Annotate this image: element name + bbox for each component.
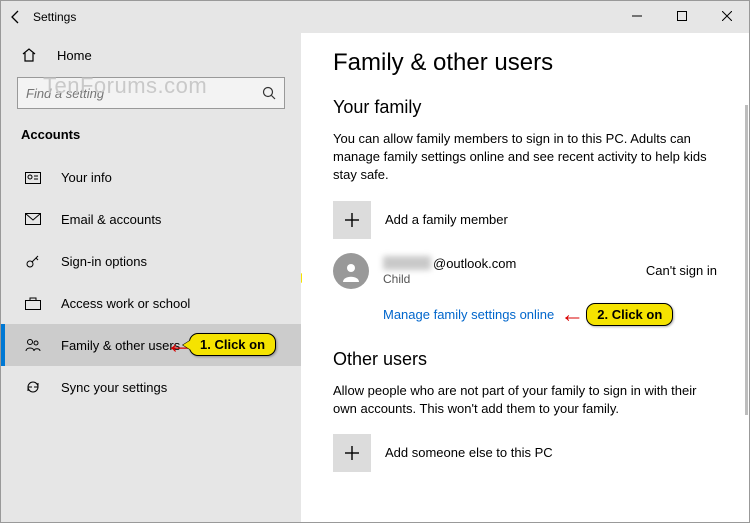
your-family-title: Your family <box>333 97 717 118</box>
nav-your-info[interactable]: Your info <box>1 156 301 198</box>
add-family-label: Add a family member <box>385 212 508 227</box>
home-icon <box>21 47 41 63</box>
close-button[interactable] <box>704 1 749 31</box>
scrollbar[interactable] <box>745 105 748 415</box>
window-controls <box>614 1 749 31</box>
home-nav[interactable]: Home <box>1 37 301 73</box>
sidebar: Home Accounts Your info Email & accou <box>1 33 301 522</box>
nav-access-work-school[interactable]: Access work or school <box>1 282 301 324</box>
minimize-button[interactable] <box>614 1 659 31</box>
nav-label: Your info <box>61 170 112 185</box>
key-icon <box>25 253 45 269</box>
annotation-step2: 2. Click on <box>586 303 673 326</box>
annotation-step1: 1. Click on <box>189 333 276 356</box>
nav-label: Sign-in options <box>61 254 147 269</box>
nav-label: Email & accounts <box>61 212 161 227</box>
page-heading: Family & other users <box>333 49 717 77</box>
nav-email-accounts[interactable]: Email & accounts <box>1 198 301 240</box>
annotation-arrow-icon: ← <box>560 303 584 327</box>
nav-label: Family & other users <box>61 338 180 353</box>
add-other-user[interactable]: Add someone else to this PC <box>333 434 717 472</box>
mail-icon <box>25 213 45 225</box>
content-pane: Family & other users Your family You can… <box>301 33 749 522</box>
people-icon <box>25 338 45 352</box>
add-family-member[interactable]: Add a family member <box>333 201 717 239</box>
search-icon[interactable] <box>254 86 284 101</box>
member-role: Child <box>383 272 646 286</box>
nav-label: Sync your settings <box>61 380 167 395</box>
email-suffix: @outlook.com <box>433 256 516 271</box>
search-input[interactable] <box>18 86 254 101</box>
home-label: Home <box>57 48 92 63</box>
settings-window: Settings Home <box>0 0 750 523</box>
search-box[interactable] <box>17 77 285 109</box>
your-family-desc: You can allow family members to sign in … <box>333 130 717 185</box>
other-users-desc: Allow people who are not part of your fa… <box>333 382 717 418</box>
plus-icon <box>333 201 371 239</box>
section-title: Accounts <box>1 117 301 156</box>
briefcase-icon <box>25 296 45 310</box>
other-users-title: Other users <box>333 349 717 370</box>
titlebar: Settings <box>1 1 749 33</box>
nav-signin-options[interactable]: Sign-in options <box>1 240 301 282</box>
add-other-label: Add someone else to this PC <box>385 445 553 460</box>
redacted-email-prefix <box>383 256 431 270</box>
manage-family-link[interactable]: Manage family settings online <box>383 307 554 322</box>
avatar-icon <box>333 253 369 289</box>
nav-label: Access work or school <box>61 296 190 311</box>
id-card-icon <box>25 170 45 184</box>
sync-icon <box>25 379 45 395</box>
member-email: @outlook.com <box>383 256 646 271</box>
window-title: Settings <box>33 10 76 24</box>
plus-icon <box>333 434 371 472</box>
back-button[interactable] <box>1 1 31 33</box>
family-member-row[interactable]: @outlook.com Child Can't sign in <box>333 253 717 289</box>
nav-sync-settings[interactable]: Sync your settings <box>1 366 301 408</box>
member-status: Can't sign in <box>646 263 717 278</box>
maximize-button[interactable] <box>659 1 704 31</box>
